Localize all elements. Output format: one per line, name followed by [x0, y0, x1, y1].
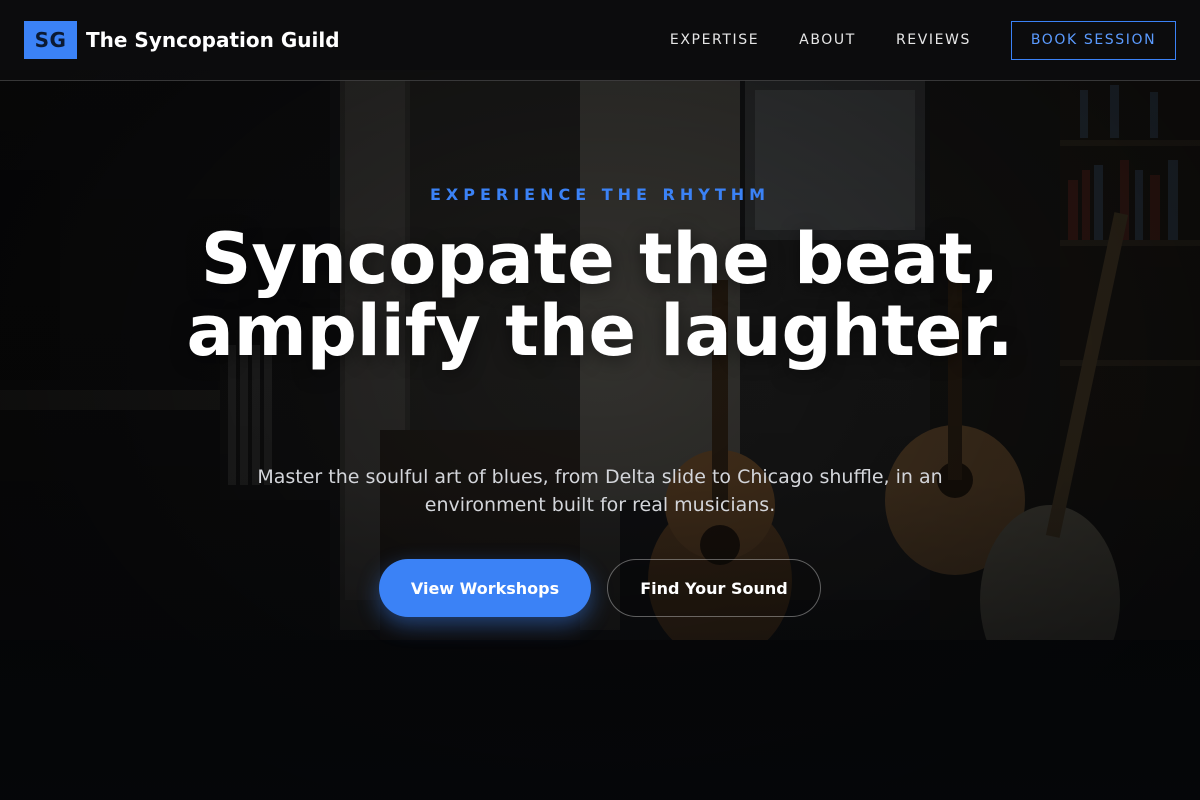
- brand-name: The Syncopation Guild: [86, 28, 340, 52]
- nav-link-reviews[interactable]: REVIEWS: [896, 32, 971, 48]
- main-nav: EXPERTISE ABOUT REVIEWS BOOK SESSION: [670, 20, 1176, 60]
- landing-page: SG The Syncopation Guild EXPERTISE ABOUT…: [0, 0, 1200, 800]
- hero-subline: Master the soulful art of blues, from De…: [257, 466, 943, 516]
- site-header: SG The Syncopation Guild EXPERTISE ABOUT…: [0, 0, 1200, 81]
- brand-logo-link[interactable]: SG The Syncopation Guild: [24, 21, 340, 59]
- hero-cta-row: View Workshops Find Your Sound: [0, 559, 1200, 617]
- hero-headline: Syncopate the beat, amplify the laughter…: [186, 218, 1014, 372]
- book-session-button[interactable]: BOOK SESSION: [1011, 20, 1176, 60]
- find-your-sound-button[interactable]: Find Your Sound: [607, 559, 821, 617]
- view-workshops-button[interactable]: View Workshops: [379, 559, 591, 617]
- nav-link-about[interactable]: ABOUT: [799, 32, 856, 48]
- brand-mark: SG: [24, 21, 77, 59]
- nav-link-expertise[interactable]: EXPERTISE: [670, 32, 759, 48]
- hero-section: EXPERIENCE THE RHYTHM Syncopate the beat…: [0, 81, 1200, 800]
- hero-eyebrow: EXPERIENCE THE RHYTHM: [429, 185, 771, 204]
